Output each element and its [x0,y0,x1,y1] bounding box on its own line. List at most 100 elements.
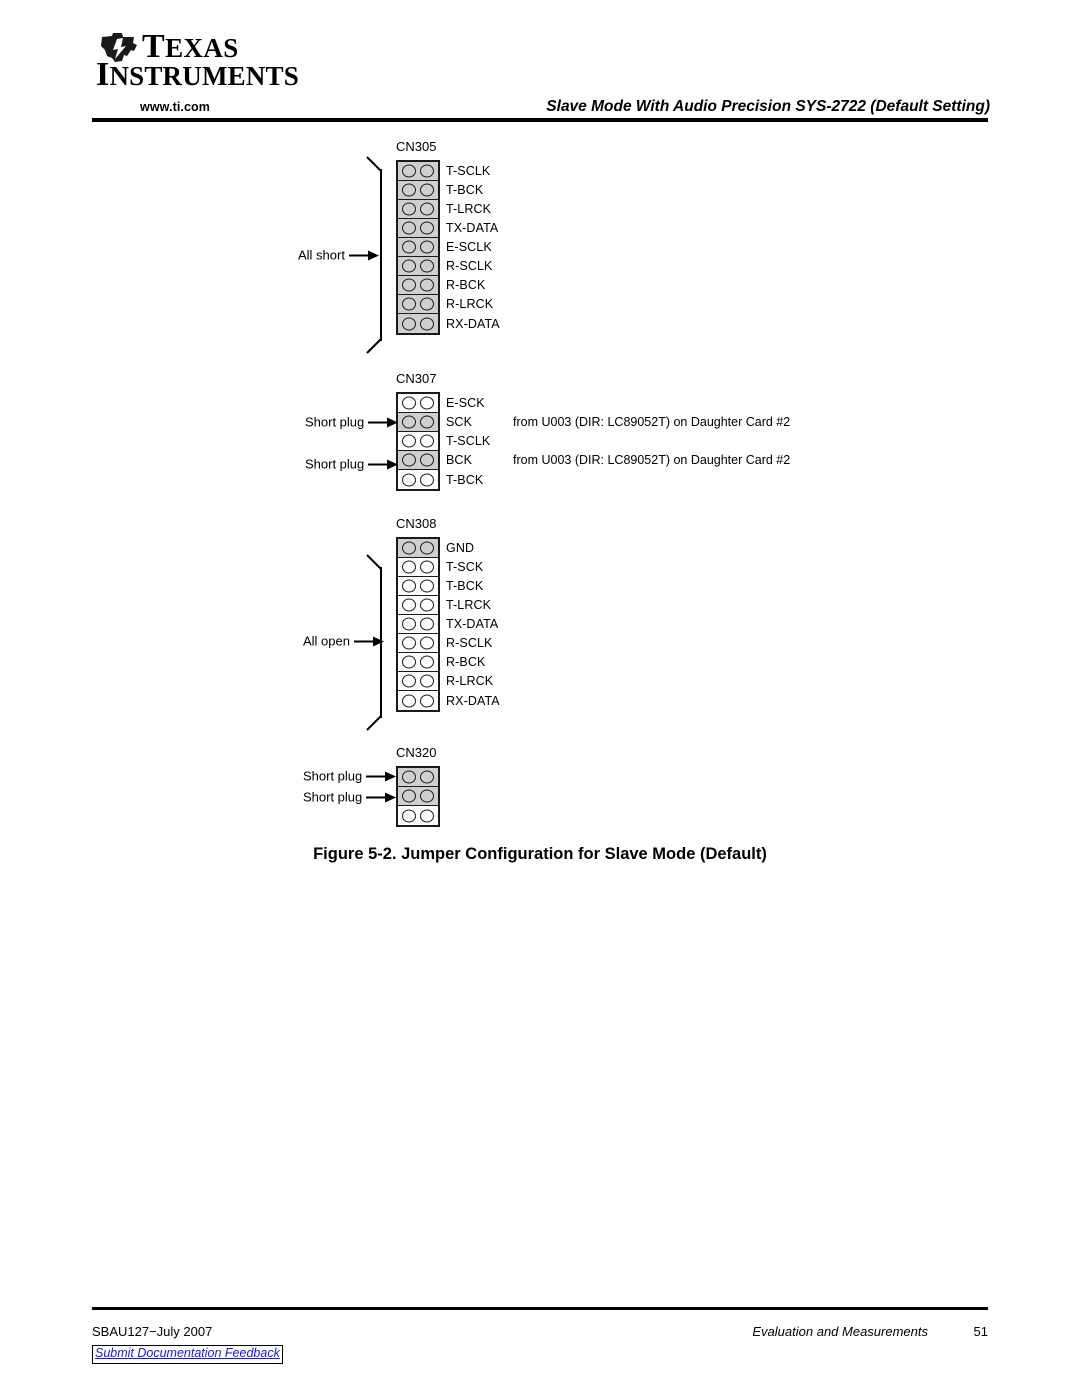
jumper-pin-right [420,789,434,803]
jumper-row: E-SCK [398,394,485,413]
jumper-pin-left [402,183,416,197]
jumper-pin-right [420,183,434,197]
jumper-pin-right [420,809,434,822]
footer-divider [92,1307,988,1310]
document-page: TEXAS INSTRUMENTS www.ti.com Slave Mode … [0,0,1080,1397]
jumper-row: R-LRCK [398,672,493,691]
jumper-pin-left [402,278,416,292]
jumper-row-label: TX-DATA [446,617,499,631]
jumper-row: GND [398,539,474,558]
jumper-pin-left [402,694,416,707]
footer-section-name: Evaluation and Measurements [752,1324,928,1339]
jumper-pin-grid [396,766,440,827]
jumper-pin-left [402,202,416,216]
jumper-pin-left [402,560,416,574]
jumper-row-label: T-BCK [446,472,484,487]
jumper-row-label: R-BCK [446,278,486,292]
jumper-pin-right [420,579,434,593]
footer-document-id: SBAU127−July 2007 [92,1324,213,1339]
jumper-row: SCK from U003 (DIR: LC89052T) on Daughter… [398,413,790,432]
jumper-pin-left [402,598,416,612]
jumper-block-title: CN320 [396,745,437,760]
jumper-pin-grid: GND T-SCK T-BCK T-LRCK TX-DATA R-SCLK R-BCK R-L… [396,537,500,712]
jumper-row: T-SCK [398,558,483,577]
arrow-right-icon [353,636,384,646]
arrow-right-icon [368,459,399,469]
jumper-row-label: R-BCK [446,655,486,669]
jumper-row: T-SCLK [398,162,490,181]
jumper-row-label: RX-DATA [446,693,500,708]
jumper-pin-right [420,560,434,574]
arrow-right-icon [366,792,397,802]
jumper-row-note: from U003 (DIR: LC89052T) on Daughter Ca… [513,415,791,429]
jumper-row-label: T-BCK [446,579,484,593]
jumper-pin-right [420,617,434,631]
annotation-label: All open [303,633,350,649]
jumper-pin-left [402,579,416,593]
bracket-stem [380,169,382,341]
annotation-label: Short plug [303,768,363,784]
bracket-tail-bottom [366,338,382,354]
annotation-short-plug-cn320-1: Short plug [303,768,397,784]
jumper-row-label: T-LRCK [446,598,492,612]
footer-page-number: 51 [973,1324,988,1339]
jumper-row: R-SCLK [398,634,492,653]
jumper-pin-right [420,636,434,650]
figure-jumper-configuration: CN305 T-SCLK T-BCK T-LRCK TX-DATA E-SCLK R-SC… [0,0,1080,880]
jumper-row [398,768,438,787]
jumper-row-label: T-SCK [446,560,484,574]
jumper-pin-right [420,541,434,555]
jumper-row: RX-DATA [398,691,500,710]
jumper-pin-right [420,164,434,178]
figure-caption: Figure 5-2. Jumper Configuration for Sla… [313,845,767,863]
jumper-pin-left [402,396,416,410]
jumper-row: E-SCLK [398,238,492,257]
arrow-right-icon [348,250,379,260]
submit-documentation-feedback-link[interactable]: Submit Documentation Feedback [92,1345,283,1364]
jumper-pin-right [420,240,434,254]
jumper-pin-left [402,770,416,784]
jumper-pin-left [402,809,416,822]
jumper-block-title: CN307 [396,371,437,386]
jumper-row: R-LRCK [398,295,493,314]
annotation-short-plug-cn307-bck: Short plug [305,456,399,472]
jumper-row-label: GND [446,541,475,555]
annotation-short-plug-cn320-2: Short plug [303,789,397,805]
jumper-pin-right [420,415,434,429]
jumper-pin-grid: E-SCK SCK from U003 (DIR: LC89052T) on Dau… [396,392,790,491]
jumper-pin-left [402,297,416,311]
jumper-pin-right [420,674,434,688]
jumper-pin-right [420,655,434,669]
jumper-pin-right [420,221,434,235]
jumper-pin-right [420,473,434,486]
jumper-row: RX-DATA [398,314,500,333]
jumper-pin-left [402,617,416,631]
jumper-pin-right [420,259,434,273]
jumper-pin-grid: T-SCLK T-BCK T-LRCK TX-DATA E-SCLK R-SCLK R-BC… [396,160,500,335]
arrow-right-icon [366,771,397,781]
jumper-row-label: E-SCK [446,396,485,410]
jumper-row: R-BCK [398,276,485,295]
jumper-pin-right [420,434,434,448]
annotation-label: Short plug [303,789,363,805]
bracket-tail-top [366,156,382,172]
annotation-label: Short plug [305,456,365,472]
jumper-pin-left [402,164,416,178]
jumper-row: T-BCK [398,470,483,489]
jumper-row: T-LRCK [398,200,491,219]
jumper-pin-left [402,473,416,486]
jumper-row-label: R-LRCK [446,674,494,688]
jumper-pin-left [402,453,416,467]
jumper-row: TX-DATA [398,615,498,634]
jumper-row-note: from U003 (DIR: LC89052T) on Daughter Ca… [513,453,791,467]
jumper-row-label: RX-DATA [446,316,500,331]
jumper-pin-left [402,221,416,235]
jumper-row: R-BCK [398,653,485,672]
jumper-pin-right [420,396,434,410]
jumper-pin-left [402,541,416,555]
jumper-pin-right [420,598,434,612]
jumper-pin-right [420,202,434,216]
jumper-row-label: T-LRCK [446,202,492,216]
bracket-tail-top [366,554,382,570]
jumper-pin-right [420,453,434,467]
